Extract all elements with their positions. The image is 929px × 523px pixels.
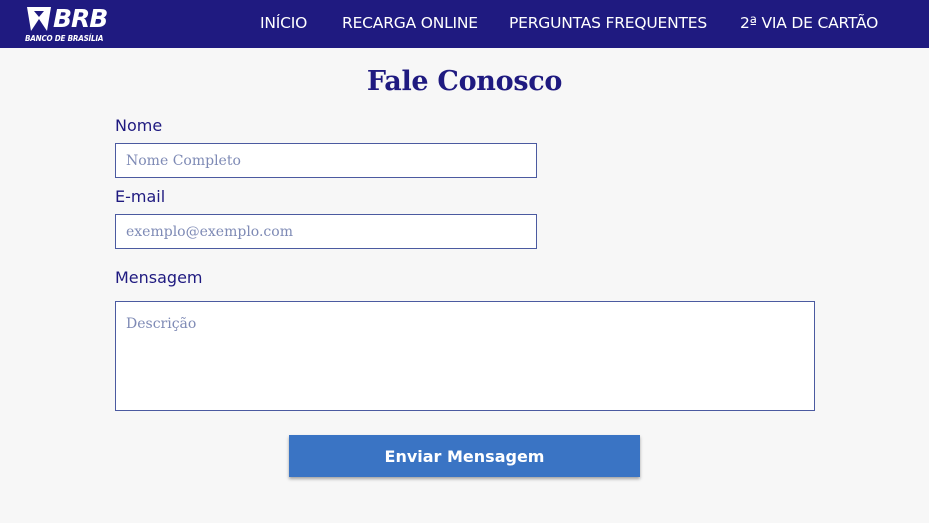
email-label: E-mail (115, 187, 166, 206)
nav-segunda-via-cartao[interactable]: 2ª VIA DE CARTÃO (740, 14, 878, 32)
nav-inicio[interactable]: INÍCIO (260, 14, 307, 32)
brb-logo[interactable]: BRB BANCO DE BRASÍLIA (25, 4, 115, 46)
page-title: Fale Conosco (366, 66, 563, 97)
message-textarea[interactable] (115, 301, 815, 411)
send-message-button[interactable]: Enviar Mensagem (289, 435, 640, 477)
brand-subtitle: BANCO DE BRASÍLIA (25, 34, 104, 43)
top-navbar: BRB BANCO DE BRASÍLIA INÍCIO RECARGA ONL… (0, 0, 929, 48)
nav-recarga-online[interactable]: RECARGA ONLINE (342, 14, 478, 32)
brand-name: BRB (53, 4, 108, 33)
brb-logo-icon (27, 7, 51, 31)
message-label: Mensagem (115, 268, 203, 287)
nav-perguntas-frequentes[interactable]: PERGUNTAS FREQUENTES (509, 14, 707, 32)
name-input[interactable] (115, 143, 537, 178)
email-input[interactable] (115, 214, 537, 249)
name-label: Nome (115, 116, 163, 135)
